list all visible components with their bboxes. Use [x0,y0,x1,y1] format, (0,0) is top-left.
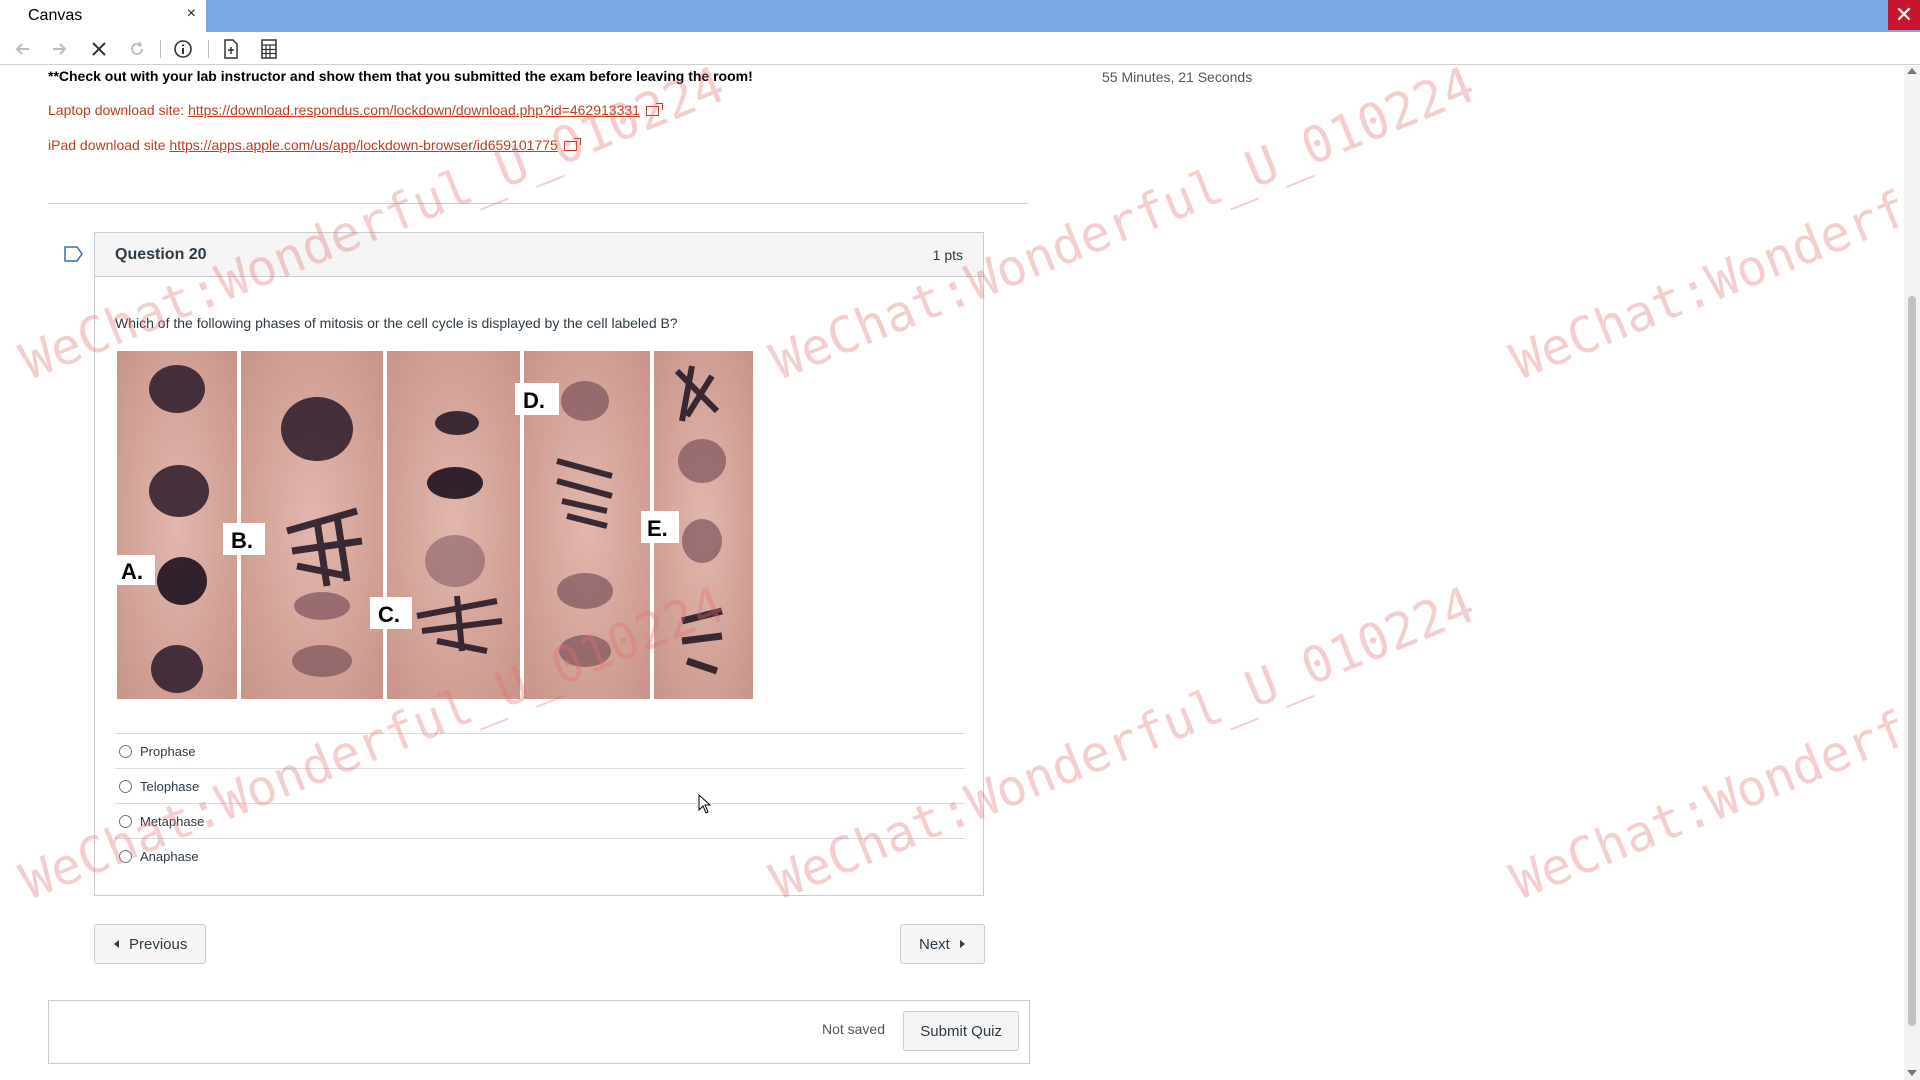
flag-question-icon[interactable] [64,246,84,262]
answer-option-metaphase[interactable]: Metaphase [115,803,965,838]
back-icon[interactable] [10,36,36,62]
radio-button[interactable] [119,744,132,758]
answer-option-telophase[interactable]: Telophase [115,768,965,803]
answer-label: Prophase [140,743,196,759]
laptop-download-link[interactable]: https://download.respondus.com/lockdown/… [188,102,640,118]
radio-button[interactable] [119,849,132,863]
document-icon[interactable] [218,36,244,62]
previous-button[interactable]: Previous [94,924,207,964]
scrollbar-thumb[interactable] [1908,296,1916,1026]
image-label-a: A. [121,559,143,584]
window-titlebar: Canvas × ✕ [0,0,1920,32]
info-icon[interactable] [170,36,196,62]
browser-tab[interactable]: Canvas × [0,0,206,32]
submit-bar: Not saved Submit Quiz [48,1000,1030,1064]
radio-button[interactable] [119,814,132,828]
caret-right-icon [959,940,965,948]
browser-toolbar [0,32,1920,65]
ipad-download-link[interactable]: https://apps.apple.com/us/app/lockdown-b… [169,137,557,153]
lab-notice: **Check out with your lab instructor and… [48,68,753,84]
answer-list: Prophase Telophase Metaphase Anaphase [115,733,965,873]
question-text: Which of the following phases of mitosis… [115,315,678,331]
image-label-c: C. [378,602,400,627]
divider [48,203,1028,204]
laptop-download-label: Laptop download site: [48,102,189,118]
image-label-b: B. [231,528,253,553]
tab-title: Canvas [28,7,83,24]
mouse-cursor-icon [698,794,712,814]
next-button[interactable]: Next [900,924,985,964]
reload-icon[interactable] [124,36,150,62]
window-close-button[interactable]: ✕ [1888,0,1920,30]
next-label: Next [919,935,950,953]
answer-label: Anaphase [140,848,199,864]
question-card: Question 20 1 pts Which of the following… [94,232,984,896]
answer-label: Telophase [140,778,200,794]
ipad-download-line: iPad download site https://apps.apple.co… [48,137,581,153]
quiz-timer: 55 Minutes, 21 Seconds [1102,69,1253,85]
ipad-download-label: iPad download site [48,137,170,153]
question-title: Question 20 [115,245,207,263]
external-link-icon [645,103,663,117]
toolbar-separator [208,40,209,58]
answer-option-prophase[interactable]: Prophase [115,733,965,768]
question-header: Question 20 1 pts [95,233,983,277]
scroll-up-icon[interactable] [1907,68,1917,74]
image-label-d: D. [523,388,545,413]
save-status: Not saved [821,1021,885,1037]
image-label-e: E. [647,516,668,541]
answer-label: Metaphase [140,813,205,829]
vertical-scrollbar[interactable] [1904,66,1920,1080]
tab-close-icon[interactable]: × [187,5,196,23]
mitosis-micrograph-image: A. B. C. D. E. [117,351,753,699]
radio-button[interactable] [119,779,132,793]
quiz-content: **Check out with your lab instructor and… [0,66,1904,1080]
caret-left-icon [114,940,119,948]
calculator-icon[interactable] [256,36,282,62]
toolbar-separator [160,40,161,58]
question-points: 1 pts [932,246,963,263]
stop-icon[interactable] [86,36,112,62]
external-link-icon [563,138,581,152]
forward-icon[interactable] [46,36,72,62]
scroll-down-icon[interactable] [1907,1070,1917,1076]
submit-quiz-button[interactable]: Submit Quiz [903,1011,1019,1051]
laptop-download-line: Laptop download site: https://download.r… [48,102,663,118]
answer-option-anaphase[interactable]: Anaphase [115,838,965,873]
previous-label: Previous [129,935,188,953]
